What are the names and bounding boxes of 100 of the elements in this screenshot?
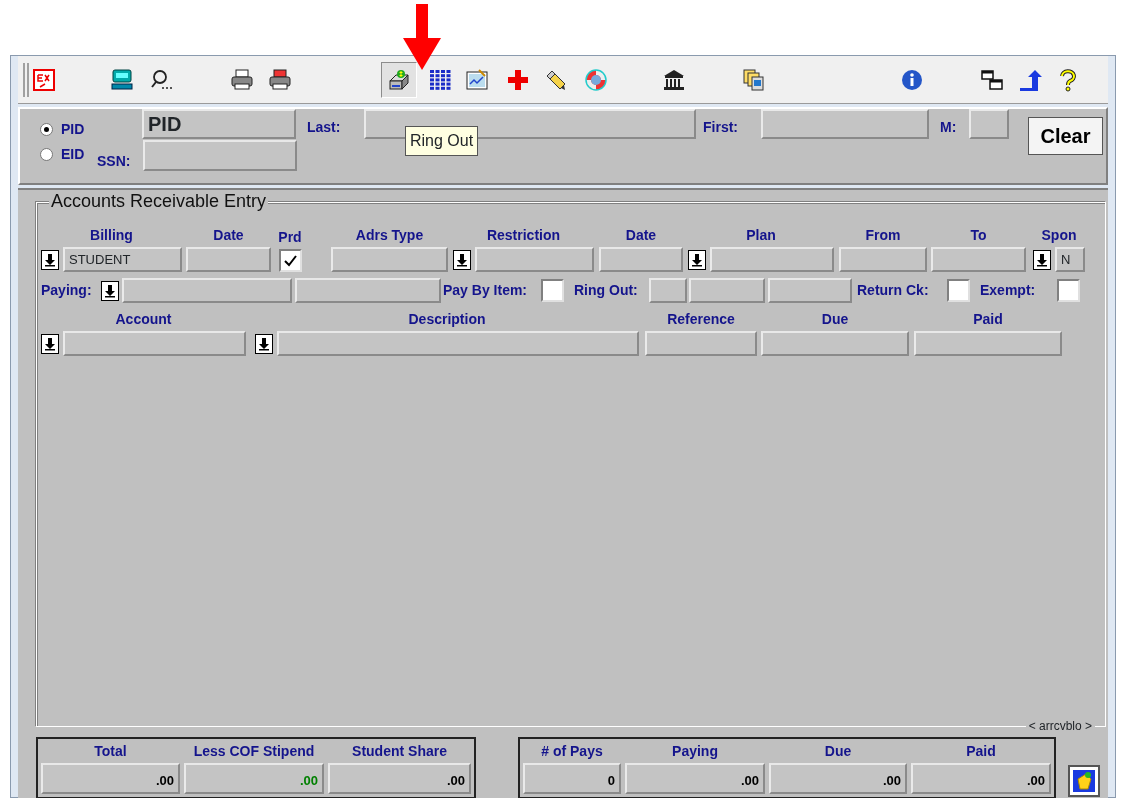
checkbox[interactable]	[947, 279, 970, 302]
radio-button[interactable]	[40, 123, 53, 136]
id-field[interactable]: PID	[142, 109, 296, 139]
text-field[interactable]	[689, 278, 765, 303]
column-header: Student Share	[351, 742, 448, 761]
text-field[interactable]	[277, 331, 639, 356]
text-field[interactable]	[475, 247, 594, 272]
field-label: Last:	[307, 118, 341, 137]
tooltip: Ring Out	[405, 126, 479, 156]
text-field[interactable]	[295, 278, 441, 303]
column-header: Paid	[965, 742, 997, 761]
column-header: Reference	[666, 310, 736, 329]
column-header: Description	[407, 310, 487, 329]
dropdown-button[interactable]	[1033, 249, 1051, 270]
search-icon	[150, 67, 174, 92]
text-field[interactable]: N	[1055, 247, 1085, 272]
column-header: Paying	[671, 742, 719, 761]
radio-button[interactable]	[40, 148, 53, 161]
computer-icon	[110, 67, 134, 92]
check-icon	[283, 253, 297, 268]
text-field[interactable]	[331, 247, 448, 272]
dropdown-button[interactable]	[453, 249, 471, 270]
printer-icon	[268, 67, 292, 92]
amount-field: 0	[523, 763, 621, 794]
amount-field: .00	[328, 763, 471, 794]
column-header: Date	[212, 226, 245, 245]
field-label: Paying:	[41, 281, 92, 300]
text-field[interactable]	[710, 247, 834, 272]
column-header: Total	[93, 742, 128, 761]
column-header: To	[969, 226, 988, 245]
column-header: Adrs Type	[354, 226, 425, 245]
cash-register-button[interactable]	[381, 61, 417, 98]
field-label: Pay By Item:	[443, 281, 528, 300]
field-label: Ring Out:	[574, 281, 638, 300]
note-button[interactable]	[1068, 765, 1100, 797]
column-header: Due	[820, 310, 850, 329]
dropdown-button[interactable]	[41, 249, 59, 270]
first-name-field[interactable]	[761, 109, 929, 139]
column-header: From	[864, 226, 902, 245]
checkbox[interactable]	[1057, 279, 1080, 302]
amount-field: .00	[769, 763, 907, 794]
text-field[interactable]	[645, 331, 757, 356]
column-header: Plan	[745, 226, 777, 245]
text-field[interactable]	[122, 278, 292, 303]
toolbar-grip	[23, 62, 29, 97]
text-field[interactable]	[186, 247, 271, 272]
column-header: Account	[114, 310, 173, 329]
windows-icon	[980, 67, 1004, 92]
column-header: Less COF Stipend	[192, 742, 316, 761]
down-arrow-icon	[104, 283, 116, 298]
column-header: Restriction	[485, 226, 562, 245]
exit-sign-icon	[32, 67, 56, 92]
amount-field: .00	[41, 763, 180, 794]
down-arrow-icon	[1036, 252, 1048, 267]
down-arrow-icon	[44, 336, 56, 351]
chart-icon	[465, 67, 489, 92]
text-field[interactable]: STUDENT	[63, 247, 182, 272]
note-icon	[1072, 769, 1096, 793]
column-header: Prd	[277, 228, 303, 247]
checkbox[interactable]	[278, 249, 302, 272]
dropdown-button[interactable]	[41, 333, 59, 354]
text-field[interactable]	[768, 278, 852, 303]
amount-field: .00	[184, 763, 324, 794]
checkbox[interactable]	[541, 279, 564, 302]
field-label: First:	[703, 118, 738, 137]
middle-initial-field[interactable]	[969, 109, 1009, 139]
down-arrow-icon	[258, 336, 270, 351]
info-icon	[900, 67, 924, 92]
printer-icon	[230, 67, 254, 92]
column-header: Spon	[1040, 226, 1078, 245]
up-arrow-icon	[1018, 67, 1042, 92]
text-field[interactable]	[599, 247, 683, 272]
column-header: # of Pays	[540, 742, 604, 761]
text-field[interactable]	[63, 331, 246, 356]
dropdown-button[interactable]	[688, 249, 706, 270]
dropdown-button[interactable]	[255, 333, 273, 354]
ssn-field[interactable]	[143, 140, 297, 171]
lifebuoy-icon	[584, 67, 608, 92]
down-arrow-icon	[456, 252, 468, 267]
pointer-arrow	[403, 4, 441, 70]
column-header: Due	[823, 742, 853, 761]
text-field[interactable]	[839, 247, 927, 272]
dropdown-button[interactable]	[101, 280, 119, 301]
cash-register-icon	[387, 67, 411, 92]
grid-icon	[428, 67, 452, 92]
text-field[interactable]	[914, 331, 1062, 356]
field-label: SSN:	[97, 152, 131, 171]
text-field[interactable]	[931, 247, 1026, 272]
text-field[interactable]	[761, 331, 909, 356]
bank-icon	[662, 67, 686, 92]
cross-icon	[506, 67, 530, 92]
amount-field: .00	[911, 763, 1051, 794]
radio-label: EID	[61, 145, 85, 164]
down-arrow-icon	[691, 252, 703, 267]
radio-label: PID	[61, 120, 85, 139]
text-field[interactable]	[649, 278, 687, 303]
field-label: M:	[940, 118, 957, 137]
documents-icon	[742, 67, 766, 92]
clear-button[interactable]: Clear	[1028, 117, 1103, 155]
column-header: Billing	[89, 226, 134, 245]
